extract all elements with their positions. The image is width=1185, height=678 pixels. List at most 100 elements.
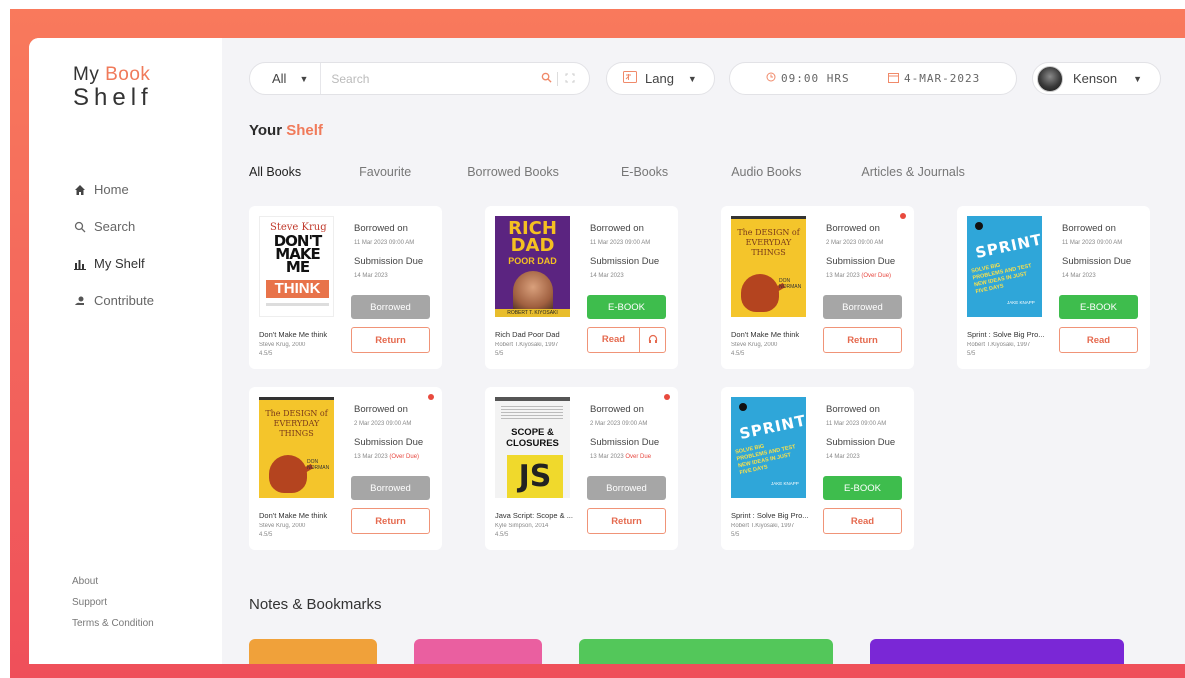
note-card[interactable] xyxy=(414,639,542,664)
read-button[interactable]: Read xyxy=(588,328,640,352)
borrowed-on-label: Borrowed on xyxy=(826,223,880,234)
return-button[interactable]: Return xyxy=(823,327,902,353)
submission-due-label: Submission Due xyxy=(826,437,896,448)
book-meta: Borrowed on 11 Mar 2023 09:00 AM Submiss… xyxy=(590,223,670,289)
tab-borrowed-books[interactable]: Borrowed Books xyxy=(467,165,559,179)
book-rating: 4.5/5 xyxy=(259,532,273,538)
book-meta: Borrowed on 11 Mar 2023 09:00 AM Submiss… xyxy=(1062,223,1142,289)
tab-favourite[interactable]: Favourite xyxy=(359,165,411,179)
book-card[interactable]: The DESIGN of EVERYDAY THINGS DON NORMAN… xyxy=(249,387,442,550)
submission-due-label: Submission Due xyxy=(354,256,424,267)
notification-dot xyxy=(900,213,906,219)
cover-author: ROBERT T. KIYOSAKI xyxy=(495,309,570,317)
date-display: 4-MAR-2023 xyxy=(888,72,980,86)
book-author: Steve Krug, 2000 xyxy=(259,342,306,348)
return-button[interactable]: Return xyxy=(351,327,430,353)
time-display: 09:00 HRS xyxy=(766,72,850,85)
time-value: 09:00 HRS xyxy=(781,72,850,85)
user-name: Kenson xyxy=(1073,71,1118,86)
sidebar-item-home[interactable]: Home xyxy=(73,171,154,208)
return-button[interactable]: Return xyxy=(351,508,430,534)
book-cover: Steve Krug DON'T MAKE ME THINK xyxy=(259,216,334,317)
book-title: Don't Make Me think xyxy=(731,330,800,339)
book-cover: SCOPE & CLOSURES JS xyxy=(495,397,570,498)
read-button[interactable]: Read xyxy=(823,508,902,534)
borrowed-on-value: 11 Mar 2023 09:00 AM xyxy=(826,421,887,427)
translate-icon xyxy=(623,71,637,86)
scan-icon[interactable] xyxy=(565,73,575,85)
submission-due-value: 14 Mar 2023 xyxy=(354,273,434,279)
cover-title: The DESIGN of EVERYDAY THINGS xyxy=(737,228,800,257)
due-date: 13 Mar 2023 xyxy=(826,273,862,279)
book-rating: 4.5/5 xyxy=(259,351,273,357)
cover-title: SCOPE & CLOSURES xyxy=(506,427,559,449)
read-button[interactable]: Read xyxy=(1059,327,1138,353)
topbar: All ▼ Lang ▼ xyxy=(249,62,1185,96)
note-card[interactable] xyxy=(249,639,377,664)
tab-all-books[interactable]: All Books xyxy=(249,165,301,179)
book-cover: The DESIGN of EVERYDAY THINGS DON NORMAN xyxy=(259,397,334,498)
ebook-badge[interactable]: E-BOOK xyxy=(823,476,902,500)
note-card[interactable] xyxy=(870,639,1124,664)
date-value: 4-MAR-2023 xyxy=(904,72,981,85)
book-meta: Borrowed on 11 Mar 2023 09:00 AM Submiss… xyxy=(354,223,434,289)
language-selector[interactable]: Lang ▼ xyxy=(606,62,715,95)
shelf-title-a: Your xyxy=(249,122,287,139)
cover-subtitle: SOLVE BIG PROBLEMS AND TEST NEW IDEAS IN… xyxy=(734,443,797,477)
book-card[interactable]: SPRINT SOLVE BIG PROBLEMS AND TEST NEW I… xyxy=(721,387,914,550)
notification-dot xyxy=(428,394,434,400)
ebook-badge[interactable]: E-BOOK xyxy=(587,295,666,319)
cover-title: The DESIGN of EVERYDAY THINGS xyxy=(265,409,328,438)
headphones-icon[interactable] xyxy=(640,334,665,346)
sidebar-item-my-shelf[interactable]: My Shelf xyxy=(73,245,154,282)
avatar xyxy=(1037,65,1063,92)
sidebar-item-contribute[interactable]: Contribute xyxy=(73,282,154,319)
cover-title: DON'T MAKE ME xyxy=(273,232,323,276)
sidebar-item-search[interactable]: Search xyxy=(73,208,154,245)
note-card[interactable] xyxy=(579,639,833,664)
cover-author: JAKE KNAPP xyxy=(771,481,799,486)
tab-audio-books[interactable]: Audio Books xyxy=(731,165,801,179)
return-button[interactable]: Return xyxy=(587,508,666,534)
sidebar: My Book Shelf Home Search My Shelf Contr… xyxy=(29,38,222,664)
book-author: Robert T.Kiyosaki, 1997 xyxy=(967,342,1031,348)
submission-due-label: Submission Due xyxy=(826,256,896,267)
calendar-icon xyxy=(888,72,899,86)
book-card[interactable]: The DESIGN of EVERYDAY THINGS DON NORMAN… xyxy=(721,206,914,369)
tab-articles-journals[interactable]: Articles & Journals xyxy=(861,165,965,179)
logo-shelf: Shelf xyxy=(73,84,153,111)
cover-author: DON NORMAN xyxy=(307,459,330,471)
book-author: Steve Krug, 2000 xyxy=(731,342,778,348)
cover-logo xyxy=(975,222,983,230)
book-card[interactable]: SCOPE & CLOSURES JS Borrowed on 2 Mar 20… xyxy=(485,387,678,550)
user-menu[interactable]: Kenson ▼ xyxy=(1032,62,1161,95)
ebook-badge[interactable]: E-BOOK xyxy=(1059,295,1138,319)
submission-due-value: 13 Mar 2023 Over Due xyxy=(590,454,670,460)
book-card[interactable]: SPRINT SOLVE BIG PROBLEMS AND TEST NEW I… xyxy=(957,206,1150,369)
book-title: Don't Make Me think xyxy=(259,330,328,339)
support-link[interactable]: Support xyxy=(72,597,154,618)
book-info: Don't Make Me think Steve Krug, 2000 4.5… xyxy=(731,330,816,357)
book-title: Sprint : Solve Big Pro... xyxy=(731,511,809,520)
datetime-display: 09:00 HRS 4-MAR-2023 xyxy=(729,62,1017,95)
shelf-tabs: All Books Favourite Borrowed Books E-Boo… xyxy=(249,165,965,179)
tab-e-books[interactable]: E-Books xyxy=(621,165,668,179)
submission-due-label: Submission Due xyxy=(590,256,660,267)
search-input[interactable] xyxy=(331,71,532,86)
book-title: Don't Make Me think xyxy=(259,511,328,520)
terms-link[interactable]: Terms & Condition xyxy=(72,618,154,639)
divider xyxy=(557,71,558,86)
cover-stripe xyxy=(259,397,334,400)
cover-subtitle: THINK xyxy=(266,280,329,298)
cover-logo: JS xyxy=(507,455,563,498)
filter-dropdown[interactable]: All ▼ xyxy=(250,63,322,94)
search-icon[interactable] xyxy=(541,72,552,86)
book-meta: Borrowed on 2 Mar 2023 09:00 AM Submissi… xyxy=(826,223,906,289)
about-link[interactable]: About xyxy=(72,576,154,597)
borrowed-on-label: Borrowed on xyxy=(1062,223,1116,234)
book-card[interactable]: RICH DAD POOR DAD ROBERT T. KIYOSAKI Bor… xyxy=(485,206,678,369)
book-info: Java Script: Scope & ... Kyle Simpson, 2… xyxy=(495,511,580,538)
cover-stripe xyxy=(266,303,329,306)
status-badge: Borrowed xyxy=(823,295,902,319)
book-card[interactable]: Steve Krug DON'T MAKE ME THINK Borrowed … xyxy=(249,206,442,369)
